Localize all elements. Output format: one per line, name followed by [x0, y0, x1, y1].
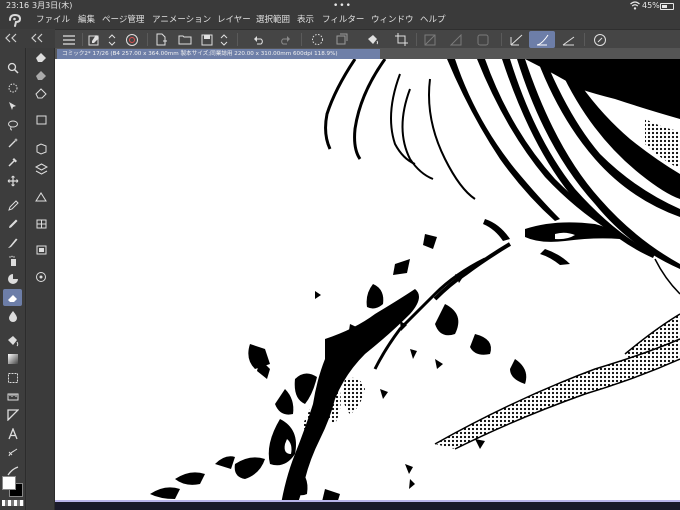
move-icon[interactable] — [3, 79, 22, 96]
pen-icon[interactable] — [3, 197, 22, 214]
document-tab[interactable]: コミック2* 17/26 (B4 257.00 x 364.00mm 製本サイズ… — [57, 49, 380, 59]
tool-palette — [0, 48, 26, 510]
eraser-square-icon[interactable] — [32, 241, 50, 258]
gradient-icon[interactable] — [3, 350, 22, 367]
blend-icon[interactable] — [3, 270, 22, 287]
clear-icon[interactable] — [309, 31, 325, 48]
ruler-edit-icon[interactable] — [448, 31, 464, 48]
menu-page[interactable]: ページ管理 — [102, 12, 144, 29]
app-logo-icon[interactable] — [7, 13, 23, 28]
document-tab-bar: コミック2* 17/26 (B4 257.00 x 364.00mm 製本サイズ… — [55, 48, 680, 59]
vector-eraser-icon[interactable] — [32, 140, 50, 157]
menu-filter[interactable]: フィルター — [322, 12, 364, 29]
menu-bar: ファイル 編集 ページ管理 アニメーション レイヤー 選択範囲 表示 フィルター… — [0, 12, 680, 29]
airbrush-icon[interactable] — [3, 252, 22, 269]
clip-studio-icon[interactable] — [123, 31, 141, 48]
ruler-icon[interactable] — [3, 388, 22, 405]
shape-icon[interactable] — [3, 406, 22, 423]
text-icon[interactable] — [3, 425, 22, 442]
menu-help[interactable]: ヘルプ — [420, 12, 446, 29]
canvas-bottom-edge — [55, 500, 680, 510]
collapse-left-icon[interactable] — [4, 32, 20, 44]
balloon-icon[interactable] — [3, 444, 22, 461]
chevron-updown-icon[interactable] — [218, 31, 230, 48]
menu-selection[interactable]: 選択範囲 — [256, 12, 290, 29]
snap-ruler-icon[interactable] — [507, 31, 525, 48]
menu-window[interactable]: ウィンドウ — [371, 12, 414, 29]
menu-animation[interactable]: アニメーション — [152, 12, 211, 29]
battery-percent: 45% — [642, 1, 660, 10]
select-icon[interactable] — [3, 97, 22, 114]
transparent-color-swatch[interactable] — [2, 500, 24, 506]
sub-tool-palette — [27, 48, 55, 510]
menu-hamburger-icon[interactable] — [61, 31, 77, 48]
crop-icon[interactable] — [393, 31, 409, 48]
lasso-icon[interactable] — [3, 116, 22, 133]
eraser-stack-icon[interactable] — [32, 160, 50, 177]
chevron-updown-icon[interactable] — [106, 31, 118, 48]
wifi-icon — [630, 1, 640, 10]
menu-edit[interactable]: 編集 — [78, 12, 95, 29]
more-dots-icon[interactable]: ••• — [333, 0, 352, 12]
frame-icon[interactable] — [3, 369, 22, 386]
transform-icon[interactable] — [333, 31, 349, 48]
redo-icon[interactable] — [277, 31, 293, 48]
line-art — [150, 59, 680, 510]
status-date: 3月3日(木) — [32, 1, 73, 10]
blur-icon[interactable] — [3, 307, 22, 324]
snap-grid-icon[interactable] — [559, 31, 577, 48]
battery-icon — [660, 3, 674, 10]
eraser-hard-icon[interactable] — [32, 48, 50, 65]
magic-wand-icon[interactable] — [3, 134, 22, 151]
panel-header — [0, 29, 55, 48]
brush-icon[interactable] — [3, 234, 22, 251]
open-folder-icon[interactable] — [177, 31, 193, 48]
new-document-icon[interactable] — [153, 31, 169, 48]
eraser-icon[interactable] — [3, 289, 22, 306]
ruler-disabled-icon[interactable] — [422, 31, 438, 48]
eraser-pattern-icon[interactable] — [32, 215, 50, 232]
eraser-soft-icon[interactable] — [32, 66, 50, 83]
fill-icon[interactable] — [3, 332, 22, 349]
menu-view[interactable]: 表示 — [297, 12, 314, 29]
command-bar — [55, 29, 680, 48]
layer-eraser-icon[interactable] — [32, 111, 50, 128]
app-window: 23:16 3月3日(木) ••• 45% ファイル 編集 ページ管理 アニメー… — [0, 0, 680, 510]
drawing-canvas[interactable] — [55, 59, 680, 510]
pencil-icon[interactable] — [3, 215, 22, 232]
eraser-search-icon[interactable] — [32, 268, 50, 285]
eraser-snap-icon[interactable] — [32, 188, 50, 205]
fill-bucket-icon[interactable] — [364, 31, 380, 48]
new-canvas-icon[interactable] — [86, 31, 102, 48]
status-time: 23:16 — [6, 1, 30, 10]
eraser-rough-icon[interactable] — [32, 84, 50, 101]
undo-icon[interactable] — [251, 31, 267, 48]
main-color-swatch[interactable] — [2, 476, 16, 490]
snap-special-ruler-icon[interactable] — [529, 31, 555, 48]
snap-off-icon[interactable] — [475, 31, 491, 48]
menu-file[interactable]: ファイル — [36, 12, 70, 29]
menu-layer[interactable]: レイヤー — [217, 12, 251, 29]
object-icon[interactable] — [3, 172, 22, 189]
companion-mode-icon[interactable] — [592, 31, 608, 48]
save-icon[interactable] — [199, 31, 215, 48]
eyedropper-icon[interactable] — [3, 153, 22, 170]
zoom-icon[interactable] — [3, 59, 22, 76]
collapse-sub-icon[interactable] — [30, 32, 46, 44]
status-bar: 23:16 3月3日(木) ••• 45% — [0, 0, 680, 12]
